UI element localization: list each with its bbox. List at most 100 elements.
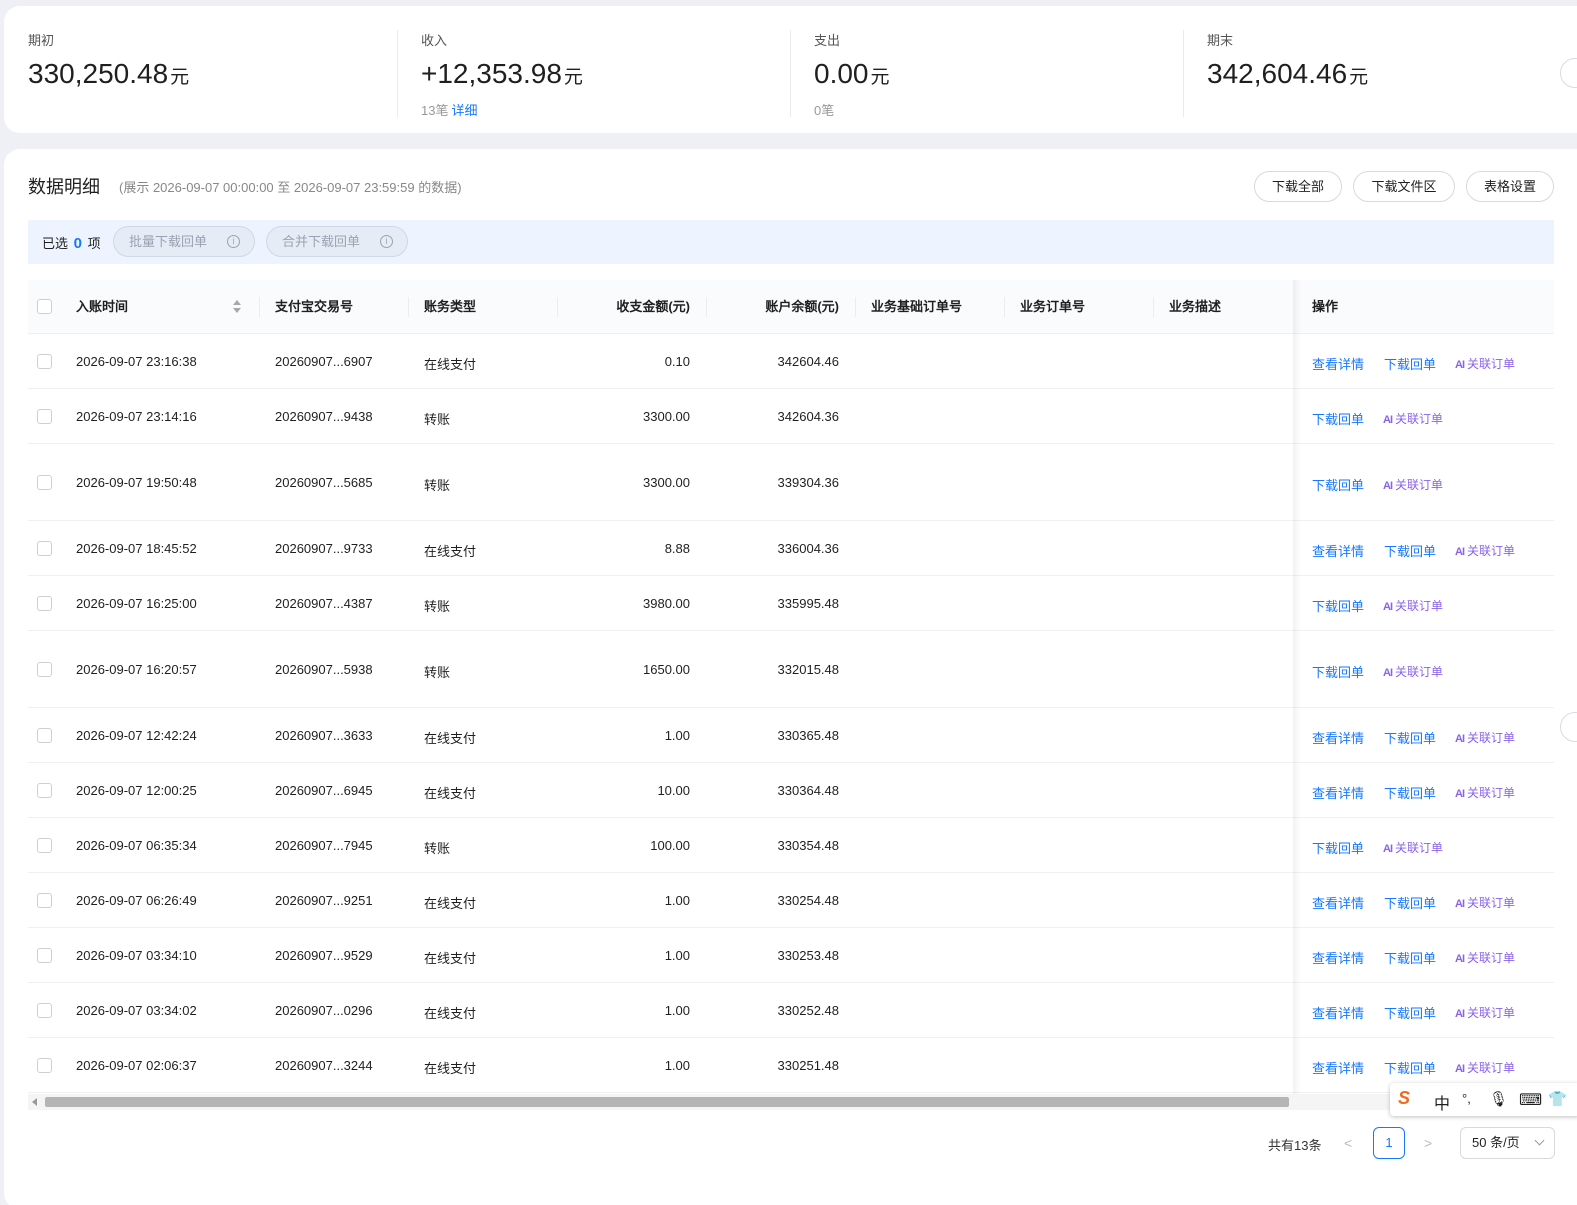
row-checkbox[interactable] — [37, 728, 52, 743]
next-page-icon[interactable]: > — [1424, 1135, 1432, 1151]
row-checkbox[interactable] — [37, 783, 52, 798]
row-checkbox[interactable] — [37, 409, 52, 424]
ime-mic-icon[interactable]: 🎙 — [1489, 1090, 1508, 1108]
table-row: 2026-09-07 06:35:34 20260907...7945 转账 100.… — [28, 818, 1554, 873]
download-receipt-link[interactable]: 下载回单 — [1312, 596, 1364, 615]
prev-page-icon[interactable]: < — [1344, 1135, 1352, 1151]
cell-trade-no: 20260907...6945 — [275, 783, 373, 798]
ai-icon: AI — [1455, 733, 1465, 745]
sort-icon[interactable] — [232, 298, 242, 316]
link-order-link[interactable]: AI 关联订单 — [1383, 663, 1443, 680]
cell-trade-no: 20260907...6907 — [275, 354, 373, 369]
table-settings-button[interactable]: 表格设置 — [1466, 171, 1554, 202]
link-order-link[interactable]: AI 关联订单 — [1455, 784, 1515, 801]
view-detail-link[interactable]: 查看详情 — [1312, 541, 1364, 560]
batch-download-button[interactable]: 批量下载回单 i — [113, 226, 255, 257]
select-all-checkbox[interactable] — [37, 299, 52, 314]
view-detail-link[interactable]: 查看详情 — [1312, 948, 1364, 967]
row-checkbox[interactable] — [37, 354, 52, 369]
ai-icon: AI — [1383, 843, 1393, 855]
page-1-button[interactable]: 1 — [1373, 1127, 1405, 1159]
download-receipt-link[interactable]: 下载回单 — [1312, 662, 1364, 681]
cell-type: 转账 — [424, 599, 451, 614]
cell-time: 2026-09-07 16:20:57 — [76, 662, 197, 677]
row-checkbox[interactable] — [37, 662, 52, 677]
row-checkbox[interactable] — [37, 1003, 52, 1018]
cell-trade-no: 20260907...9438 — [275, 409, 373, 424]
download-receipt-link[interactable]: 下载回单 — [1384, 948, 1436, 967]
cell-trade-no: 20260907...9251 — [275, 893, 373, 908]
stat-opening-value: 330,250.48 元 — [28, 58, 190, 89]
table-row: 2026-09-07 18:45:52 20260907...9733 在线支付 8.… — [28, 521, 1554, 576]
row-checkbox[interactable] — [37, 1058, 52, 1073]
page-size-select[interactable]: 50 条/页 — [1460, 1127, 1555, 1159]
stat-expense-count: 0笔 — [814, 103, 835, 118]
column-divider — [706, 297, 707, 317]
link-order-link[interactable]: AI 关联订单 — [1455, 1059, 1515, 1076]
download-receipt-link[interactable]: 下载回单 — [1312, 475, 1364, 494]
row-checkbox[interactable] — [37, 948, 52, 963]
row-checkbox[interactable] — [37, 541, 52, 556]
download-receipt-link[interactable]: 下载回单 — [1384, 728, 1436, 747]
link-order-link[interactable]: AI 关联订单 — [1455, 894, 1515, 911]
download-receipt-link[interactable]: 下载回单 — [1384, 1003, 1436, 1022]
download-receipt-link[interactable]: 下载回单 — [1384, 1058, 1436, 1077]
link-order-link[interactable]: AI 关联订单 — [1455, 355, 1515, 372]
cell-trade-no: 20260907...5938 — [275, 662, 373, 677]
transaction-table: 入账时间 支付宝交易号 账务类型 收支金额(元) 账户余额(元) 业务基础订单号… — [28, 280, 1554, 1095]
row-checkbox[interactable] — [37, 893, 52, 908]
cell-type: 在线支付 — [424, 1006, 477, 1021]
link-order-link[interactable]: AI 关联订单 — [1383, 410, 1443, 427]
merge-download-button[interactable]: 合并下载回单 i — [266, 226, 408, 257]
download-receipt-link[interactable]: 下载回单 — [1384, 783, 1436, 802]
view-detail-link[interactable]: 查看详情 — [1312, 783, 1364, 802]
row-checkbox[interactable] — [37, 596, 52, 611]
cell-amount: 1.00 — [664, 948, 690, 963]
col-balance: 账户余额(元) — [765, 299, 839, 314]
stat-income-count: 13笔 详细 — [421, 103, 478, 118]
col-time[interactable]: 入账时间 — [76, 280, 128, 334]
horizontal-scrollbar[interactable] — [28, 1094, 1554, 1110]
view-detail-link[interactable]: 查看详情 — [1312, 1003, 1364, 1022]
ime-punct-icon[interactable]: °, — [1462, 1091, 1471, 1106]
download-receipt-link[interactable]: 下载回单 — [1384, 541, 1436, 560]
link-order-link[interactable]: AI 关联订单 — [1455, 949, 1515, 966]
cell-time: 2026-09-07 12:00:25 — [76, 783, 197, 798]
ime-keyboard-icon[interactable]: ⌨ — [1519, 1090, 1542, 1110]
view-detail-link[interactable]: 查看详情 — [1312, 728, 1364, 747]
download-receipt-link[interactable]: 下载回单 — [1384, 354, 1436, 373]
table-row: 2026-09-07 12:42:24 20260907...3633 在线支付 1.… — [28, 708, 1554, 763]
ime-skin-icon[interactable]: 👕 — [1548, 1090, 1567, 1108]
link-order-link[interactable]: AI 关联订单 — [1383, 839, 1443, 856]
row-checkbox[interactable] — [37, 475, 52, 490]
download-files-button[interactable]: 下载文件区 — [1353, 171, 1455, 202]
cell-trade-no: 20260907...5685 — [275, 475, 373, 490]
income-detail-link[interactable]: 详细 — [451, 103, 477, 118]
download-receipt-link[interactable]: 下载回单 — [1384, 893, 1436, 912]
ai-icon: AI — [1455, 788, 1465, 800]
cell-trade-no: 20260907...4387 — [275, 596, 373, 611]
download-receipt-link[interactable]: 下载回单 — [1312, 409, 1364, 428]
cell-type: 在线支付 — [424, 1061, 477, 1076]
view-detail-link[interactable]: 查看详情 — [1312, 354, 1364, 373]
link-order-link[interactable]: AI 关联订单 — [1383, 597, 1443, 614]
table-row: 2026-09-07 03:34:02 20260907...0296 在线支付 1.… — [28, 983, 1554, 1038]
cell-type: 在线支付 — [424, 731, 477, 746]
scroll-left-icon[interactable] — [32, 1098, 37, 1106]
cell-amount: 1.00 — [664, 1003, 690, 1018]
download-receipt-link[interactable]: 下载回单 — [1312, 838, 1364, 857]
view-detail-link[interactable]: 查看详情 — [1312, 1058, 1364, 1077]
ime-mode-toggle[interactable]: 中 — [1434, 1090, 1450, 1114]
scrollbar-thumb[interactable] — [45, 1097, 1289, 1107]
col-type: 账务类型 — [424, 299, 477, 314]
link-order-link[interactable]: AI 关联订单 — [1383, 476, 1443, 493]
download-all-button[interactable]: 下载全部 — [1254, 171, 1342, 202]
row-checkbox[interactable] — [37, 838, 52, 853]
ime-toolbar: S 中 °, 🎙 ⌨ 👕 — [1390, 1083, 1577, 1116]
table-row: 2026-09-07 03:34:10 20260907...9529 在线支付 1.… — [28, 928, 1554, 983]
link-order-link[interactable]: AI 关联订单 — [1455, 542, 1515, 559]
ime-logo-icon[interactable]: S — [1398, 1088, 1410, 1109]
view-detail-link[interactable]: 查看详情 — [1312, 893, 1364, 912]
link-order-link[interactable]: AI 关联订单 — [1455, 729, 1515, 746]
link-order-link[interactable]: AI 关联订单 — [1455, 1004, 1515, 1021]
